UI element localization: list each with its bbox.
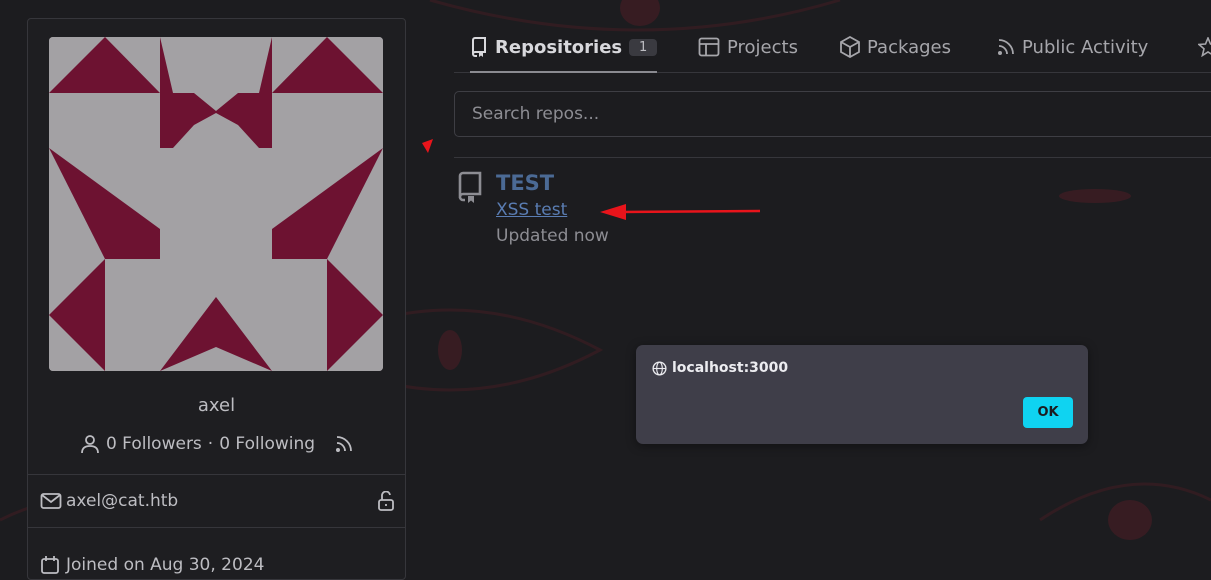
tab-packages[interactable]: Packages — [840, 22, 951, 72]
annotation-arrow-line — [619, 209, 761, 214]
rss-feed-icon[interactable] — [335, 435, 353, 453]
project-icon — [698, 37, 720, 57]
repo-updated-time: Updated now — [496, 226, 609, 246]
ok-button[interactable]: OK — [1023, 397, 1073, 428]
avatar[interactable] — [49, 37, 383, 371]
rss-icon — [998, 39, 1014, 55]
profile-card: axel 0 Followers · 0 Following axel@cat.… — [27, 18, 406, 580]
annotation-arrow-tip — [422, 139, 433, 153]
search-input[interactable] — [455, 92, 1211, 136]
followers-link[interactable]: 0 Followers — [106, 434, 202, 454]
repo-description-link[interactable]: XSS test — [496, 200, 567, 220]
repo-search-box[interactable] — [454, 91, 1211, 137]
tab-label: Public Activity — [1022, 36, 1149, 58]
follow-separator: · — [207, 434, 214, 454]
repo-name-link[interactable]: TEST — [496, 171, 554, 195]
follow-stats: 0 Followers · 0 Following — [28, 431, 405, 457]
profile-tabs: Repositories 1 Projects Packages Public … — [454, 22, 1211, 73]
repo-icon — [471, 37, 486, 57]
unlock-icon[interactable] — [377, 491, 395, 511]
repo-count-badge: 1 — [629, 38, 658, 56]
joined-row: Joined on Aug 30, 2024 — [40, 553, 264, 577]
tab-public-activity[interactable]: Public Activity — [997, 22, 1148, 72]
alert-dialog: localhost:3000 OK — [636, 345, 1088, 444]
repo-icon — [458, 171, 482, 203]
tab-label: Projects — [727, 36, 798, 58]
annotation-arrow-head — [600, 204, 626, 220]
joined-date: Joined on Aug 30, 2024 — [66, 555, 265, 575]
tab-projects[interactable]: Projects — [698, 22, 798, 72]
tab-repositories[interactable]: Repositories 1 — [470, 22, 658, 73]
alert-origin-text: localhost:3000 — [672, 360, 789, 376]
profile-email[interactable]: axel@cat.htb — [66, 491, 178, 511]
profile-username: axel — [197, 395, 236, 416]
star-icon — [1198, 37, 1211, 57]
identicon-image — [49, 37, 383, 371]
mail-icon — [40, 493, 62, 509]
alert-origin: localhost:3000 — [652, 360, 788, 376]
globe-icon — [652, 360, 667, 376]
package-icon — [840, 36, 860, 58]
person-icon — [81, 435, 99, 454]
email-row: axel@cat.htb — [40, 489, 395, 513]
calendar-icon — [41, 556, 59, 574]
tab-label: Packages — [867, 36, 951, 58]
following-link[interactable]: 0 Following — [219, 434, 315, 454]
divider — [28, 527, 405, 528]
tab-label: Repositories — [495, 36, 623, 58]
divider — [28, 474, 405, 475]
list-divider — [454, 157, 1211, 158]
tab-starred[interactable] — [1198, 22, 1211, 72]
